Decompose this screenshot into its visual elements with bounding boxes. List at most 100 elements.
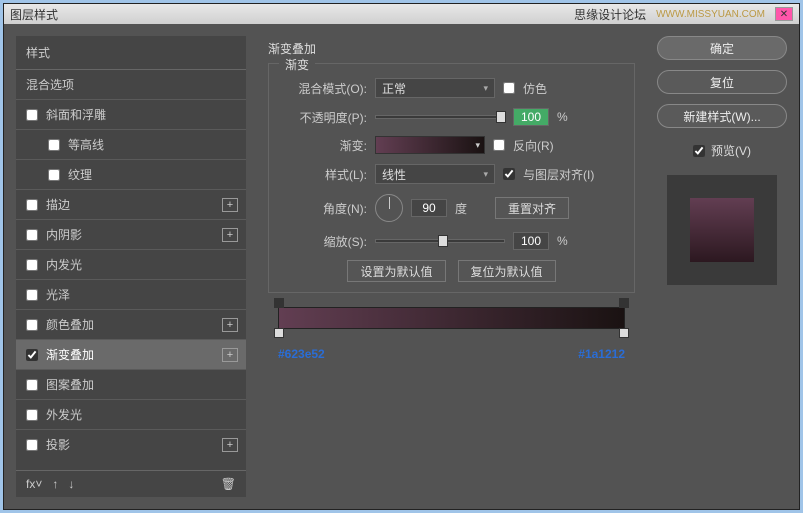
preview-checkbox[interactable] [693, 145, 705, 157]
angle-input[interactable] [411, 199, 447, 217]
fx-menu[interactable]: fx˅ [26, 477, 42, 491]
style-item-label: 投影 [46, 436, 70, 453]
titlebar: 图层样式 思缘设计论坛 WWW.MISSYUAN.COM ✕ [4, 4, 799, 24]
scale-input[interactable] [513, 232, 549, 250]
slider-thumb[interactable] [496, 111, 506, 123]
color-stop-left[interactable] [274, 328, 284, 338]
preview-swatch [690, 198, 754, 262]
scale-label: 缩放(S): [283, 233, 367, 250]
angle-unit: 度 [455, 200, 467, 217]
dither-label: 仿色 [523, 80, 547, 97]
sidebar-item-10[interactable]: 外发光 [16, 399, 246, 429]
main-panel: 渐变叠加 渐变 混合模式(O): 正常▾ 仿色 不透明度(P): % [258, 36, 645, 497]
add-effect-button[interactable]: + [222, 348, 238, 362]
style-item-label: 图案叠加 [46, 376, 94, 393]
cancel-button[interactable]: 复位 [657, 70, 787, 94]
add-effect-button[interactable]: + [222, 438, 238, 452]
gradient-fieldset: 渐变 混合模式(O): 正常▾ 仿色 不透明度(P): % 渐变: [268, 63, 635, 293]
style-checkbox[interactable] [26, 199, 38, 211]
sidebar-item-6[interactable]: 光泽 [16, 279, 246, 309]
style-item-label: 斜面和浮雕 [46, 106, 106, 123]
blend-mode-select[interactable]: 正常▾ [375, 78, 495, 98]
close-button[interactable]: ✕ [775, 7, 793, 21]
align-checkbox[interactable] [503, 168, 515, 180]
arrow-down-icon[interactable]: ↓ [68, 477, 74, 491]
sidebar-item-4[interactable]: 内阴影+ [16, 219, 246, 249]
style-item-label: 外发光 [46, 406, 82, 423]
sidebar-item-1[interactable]: 等高线 [16, 129, 246, 159]
sidebar-footer: fx˅ ↑ ↓ 🗑 [16, 470, 246, 497]
style-checkbox[interactable] [48, 139, 60, 151]
layer-style-dialog: 图层样式 思缘设计论坛 WWW.MISSYUAN.COM ✕ 样式 混合选项 斜… [3, 3, 800, 510]
sidebar-item-2[interactable]: 纹理 [16, 159, 246, 189]
style-checkbox[interactable] [26, 229, 38, 241]
watermark: WWW.MISSYUAN.COM [656, 9, 765, 20]
style-checkbox[interactable] [26, 409, 38, 421]
window-title: 图层样式 [10, 6, 58, 23]
arrow-up-icon[interactable]: ↑ [52, 477, 58, 491]
forum-text: 思缘设计论坛 [574, 6, 646, 23]
right-panel: 确定 复位 新建样式(W)... 预览(V) [657, 36, 787, 497]
reset-align-button[interactable]: 重置对齐 [495, 197, 569, 219]
angle-dial[interactable] [375, 194, 403, 222]
scale-slider[interactable] [375, 239, 505, 243]
gradient-editor: #623e52 #1a1212 [268, 307, 635, 361]
opacity-input[interactable] [513, 108, 549, 126]
style-checkbox[interactable] [26, 319, 38, 331]
style-item-label: 光泽 [46, 286, 70, 303]
style-select[interactable]: 线性▾ [375, 164, 495, 184]
add-effect-button[interactable]: + [222, 318, 238, 332]
sidebar-item-8[interactable]: 渐变叠加+ [16, 339, 246, 369]
gradient-label: 渐变: [283, 137, 367, 154]
sidebar-item-5[interactable]: 内发光 [16, 249, 246, 279]
sidebar-item-7[interactable]: 颜色叠加 + [16, 309, 246, 339]
preview-label: 预览(V) [711, 142, 751, 159]
hex-right: #1a1212 [578, 347, 625, 361]
section-title: 渐变叠加 [268, 40, 635, 57]
sidebar-blend-options[interactable]: 混合选项 [16, 69, 246, 99]
opacity-stop-right[interactable] [619, 298, 629, 308]
style-checkbox[interactable] [26, 259, 38, 271]
reset-default-button[interactable]: 复位为默认值 [458, 260, 556, 282]
style-item-label: 纹理 [68, 166, 92, 183]
sidebar-header: 样式 [16, 36, 246, 69]
new-style-button[interactable]: 新建样式(W)... [657, 104, 787, 128]
opacity-slider[interactable] [375, 115, 505, 119]
align-label: 与图层对齐(I) [523, 166, 594, 183]
opacity-stop-left[interactable] [274, 298, 284, 308]
add-effect-button[interactable]: + [222, 228, 238, 242]
opacity-label: 不透明度(P): [283, 109, 367, 126]
ok-button[interactable]: 确定 [657, 36, 787, 60]
style-checkbox[interactable] [26, 439, 38, 451]
dither-checkbox[interactable] [503, 82, 515, 94]
hex-left: #623e52 [278, 347, 325, 361]
style-checkbox[interactable] [26, 349, 38, 361]
fieldset-legend: 渐变 [279, 56, 315, 73]
style-checkbox[interactable] [26, 109, 38, 121]
chevron-down-icon: ▾ [475, 140, 480, 151]
style-checkbox[interactable] [26, 289, 38, 301]
slider-thumb[interactable] [438, 235, 448, 247]
color-stop-right[interactable] [619, 328, 629, 338]
sidebar-item-11[interactable]: 投影 + [16, 429, 246, 459]
sidebar-item-0[interactable]: 斜面和浮雕 [16, 99, 246, 129]
preview-box [667, 175, 777, 285]
gradient-bar[interactable] [278, 307, 625, 329]
style-item-label: 颜色叠加 [46, 316, 94, 333]
style-checkbox[interactable] [48, 169, 60, 181]
blend-mode-label: 混合模式(O): [283, 80, 367, 97]
add-effect-button[interactable]: + [222, 198, 238, 212]
reverse-checkbox[interactable] [493, 139, 505, 151]
style-checkbox[interactable] [26, 379, 38, 391]
chevron-down-icon: ▾ [483, 83, 488, 94]
style-label: 样式(L): [283, 166, 367, 183]
sidebar-item-9[interactable]: 图案叠加 [16, 369, 246, 399]
gradient-picker[interactable]: ▾ [375, 136, 485, 154]
opacity-unit: % [557, 110, 568, 124]
chevron-down-icon: ▾ [483, 169, 488, 180]
set-default-button[interactable]: 设置为默认值 [347, 260, 445, 282]
trash-icon[interactable]: 🗑 [221, 477, 236, 491]
angle-label: 角度(N): [283, 200, 367, 217]
reverse-label: 反向(R) [513, 137, 554, 154]
sidebar-item-3[interactable]: 描边+ [16, 189, 246, 219]
